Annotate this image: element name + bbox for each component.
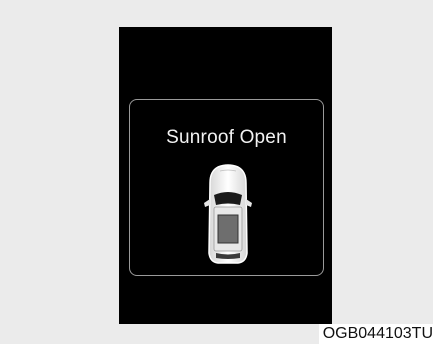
instrument-cluster-display: Sunroof Open: [119, 27, 332, 324]
figure-code-caption: OGB044103TU: [318, 324, 433, 344]
car-top-view-sunroof-icon: [204, 164, 252, 264]
warning-message-frame: Sunroof Open: [129, 99, 324, 276]
sunroof-open-message: Sunroof Open: [166, 127, 287, 148]
